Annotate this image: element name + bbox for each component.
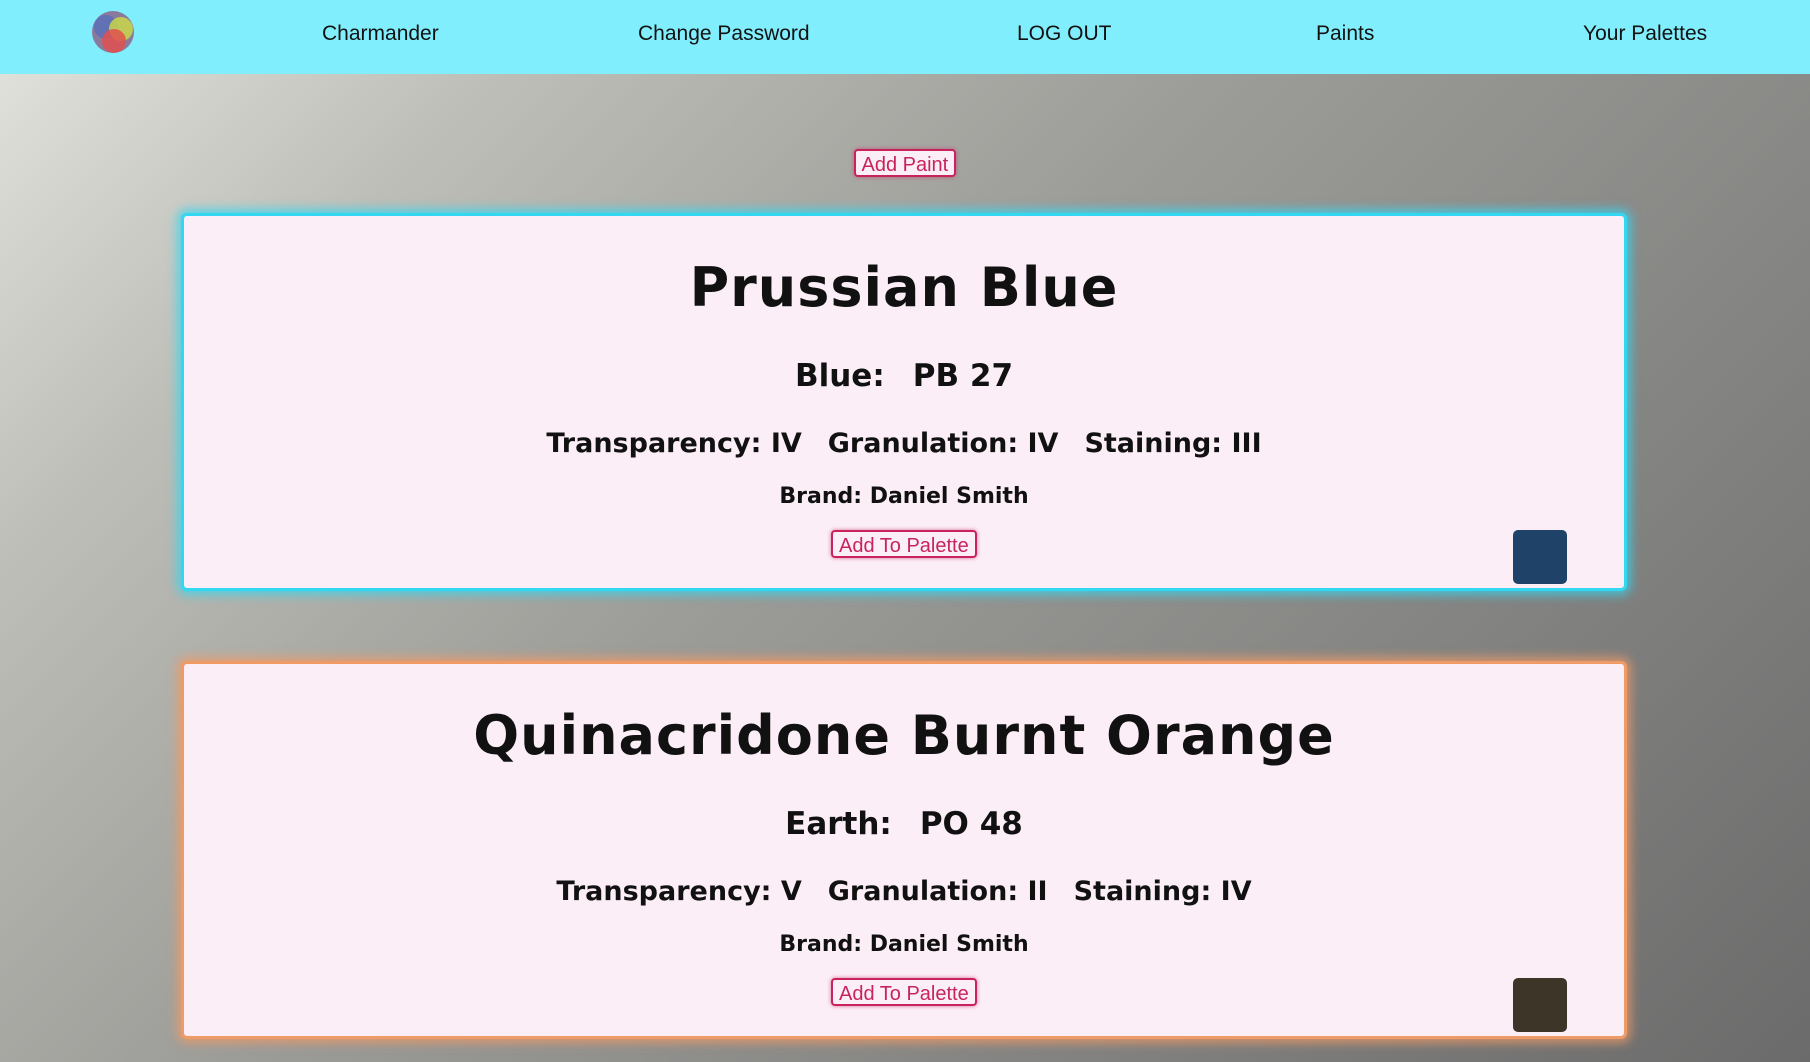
color-wheel-logo-icon[interactable]: [92, 11, 134, 53]
nav-item-your-palettes[interactable]: Your Palettes: [1583, 22, 1707, 46]
paint-granulation: Granulation: IV: [827, 428, 1059, 459]
paint-family: Blue:: [794, 358, 885, 394]
paint-granulation: Granulation: II: [827, 876, 1048, 907]
top-navbar: Charmander Change Password LOG OUT Paint…: [0, 0, 1810, 74]
paint-brand: Brand: Daniel Smith: [779, 932, 1029, 957]
paint-staining: Staining: IV: [1073, 876, 1252, 907]
paint-staining: Staining: III: [1084, 428, 1262, 459]
paint-card: Prussian Blue Blue: PB 27 Transparency: I…: [181, 213, 1627, 591]
add-paint-button[interactable]: Add Paint: [853, 149, 957, 177]
nav-item-paints[interactable]: Paints: [1316, 22, 1374, 46]
add-to-palette-button[interactable]: Add To Palette: [831, 978, 977, 1006]
nav-item-username[interactable]: Charmander: [322, 22, 439, 46]
nav-item-change-password[interactable]: Change Password: [638, 22, 810, 46]
add-to-palette-button[interactable]: Add To Palette: [831, 530, 977, 558]
paint-transparency: Transparency: V: [556, 876, 802, 907]
paint-properties: Transparency: V Granulation: II Staining: …: [184, 876, 1624, 907]
paint-family: Earth:: [785, 806, 892, 842]
paint-pigment-line: Earth: PO 48: [184, 806, 1624, 842]
paint-transparency: Transparency: IV: [546, 428, 802, 459]
color-swatch: [1513, 530, 1567, 584]
paint-name: Quinacridone Burnt Orange: [473, 704, 1335, 767]
paint-pigment-code: PO 48: [919, 806, 1023, 842]
paint-properties: Transparency: IV Granulation: IV Staining:…: [184, 428, 1624, 459]
paint-card: Quinacridone Burnt Orange Earth: PO 48 Tr…: [181, 661, 1627, 1039]
paint-brand: Brand: Daniel Smith: [779, 484, 1029, 509]
color-swatch: [1513, 978, 1567, 1032]
paint-name: Prussian Blue: [689, 256, 1119, 319]
paint-pigment-code: PB 27: [912, 358, 1014, 394]
nav-item-log-out[interactable]: LOG OUT: [1017, 22, 1112, 46]
paint-pigment-line: Blue: PB 27: [184, 358, 1624, 394]
